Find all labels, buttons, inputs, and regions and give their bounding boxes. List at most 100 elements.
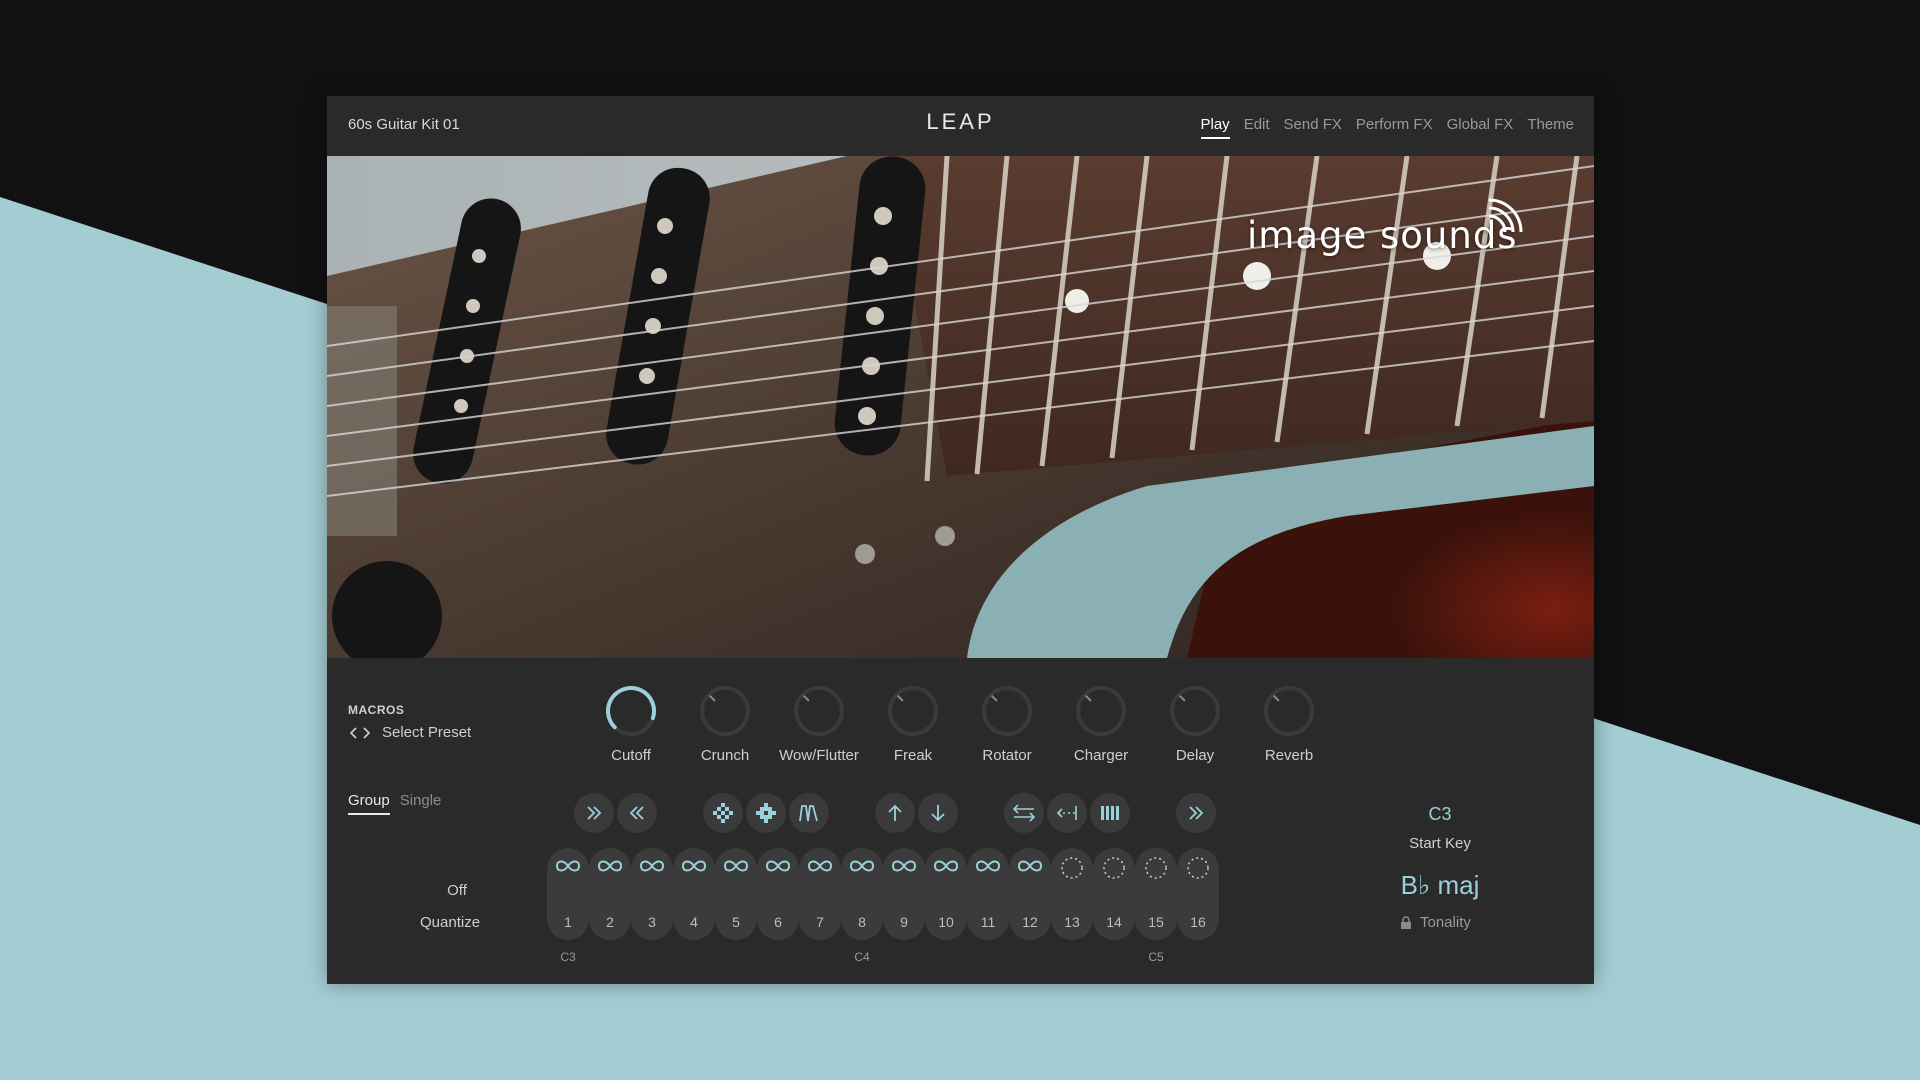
pad-number: 14 (1106, 914, 1122, 930)
pad-number: 7 (816, 914, 824, 930)
pad-number: 12 (1022, 914, 1038, 930)
pad-9[interactable]: 9 (883, 848, 925, 940)
pad-10[interactable]: 10 (925, 848, 967, 940)
pad-number: 9 (900, 914, 908, 930)
knob-charger[interactable]: Charger (1061, 683, 1141, 764)
infinity-loop-icon (597, 860, 623, 872)
arrow-down-icon[interactable] (918, 793, 958, 833)
pad-number: 16 (1190, 914, 1206, 930)
pad-1[interactable]: 1 (547, 848, 589, 940)
pad-number: 11 (980, 914, 996, 930)
sound-waves-icon (1488, 198, 1523, 233)
tab-perform-fx[interactable]: Perform FX (1356, 116, 1433, 139)
knob-label: Rotator (982, 747, 1032, 764)
pad-number: 15 (1148, 914, 1164, 930)
pad-7[interactable]: 7 (799, 848, 841, 940)
start-key-value[interactable]: C3 (1410, 804, 1470, 825)
pad-number: 13 (1064, 914, 1080, 930)
infinity-loop-icon (681, 860, 707, 872)
quantize-label: Quantize (420, 914, 481, 931)
key-mark-c4: C4 (854, 950, 870, 964)
arrow-up-icon[interactable] (875, 793, 915, 833)
empty-slot-icon (1187, 857, 1209, 879)
tonality-row: Tonality (1400, 914, 1471, 931)
tonality-value[interactable]: B♭ maj (1380, 870, 1500, 901)
leap-plugin-window: 60s Guitar Kit 01 LEAP Play Edit Send FX… (327, 96, 1594, 984)
empty-slot-icon (1103, 857, 1125, 879)
select-preset-label[interactable]: Select Preset (382, 724, 471, 741)
pad-2[interactable]: 2 (589, 848, 631, 940)
pad-number: 5 (732, 914, 740, 930)
empty-slot-icon (1061, 857, 1083, 879)
knob-dial[interactable] (979, 683, 1035, 739)
peaks-icon[interactable] (789, 793, 829, 833)
knob-dial[interactable] (1261, 683, 1317, 739)
infinity-loop-icon (765, 860, 791, 872)
tonality-label: Tonality (1420, 914, 1471, 931)
knob-crunch[interactable]: Crunch (685, 683, 765, 764)
spread-arrows-icon[interactable] (1047, 793, 1087, 833)
knob-wow-flutter[interactable]: Wow/Flutter (779, 683, 859, 764)
pad-14[interactable]: 14 (1093, 848, 1135, 940)
tab-theme[interactable]: Theme (1527, 116, 1574, 139)
infinity-loop-icon (555, 860, 581, 872)
double-chevron-right-icon[interactable] (574, 793, 614, 833)
lock-icon[interactable] (1400, 915, 1412, 930)
prev-next-arrows-icon[interactable] (348, 726, 372, 740)
pad-8[interactable]: 8 (841, 848, 883, 940)
tab-global-fx[interactable]: Global FX (1447, 116, 1514, 139)
knob-dial[interactable] (697, 683, 753, 739)
infinity-loop-icon (849, 860, 875, 872)
pad-11[interactable]: 11 (967, 848, 1009, 940)
infinity-loop-icon (975, 860, 1001, 872)
knob-label: Wow/Flutter (779, 747, 859, 764)
key-mark-c3: C3 (560, 950, 576, 964)
knob-label: Freak (893, 747, 933, 764)
header-bar: 60s Guitar Kit 01 LEAP Play Edit Send FX… (327, 96, 1594, 156)
knob-dial[interactable] (885, 683, 941, 739)
tab-edit[interactable]: Edit (1244, 116, 1270, 139)
knob-dial[interactable] (1167, 683, 1223, 739)
macro-preset-selector[interactable]: Select Preset (348, 724, 471, 741)
knob-dial[interactable] (791, 683, 847, 739)
key-mark-c5: C5 (1148, 950, 1164, 964)
double-chevron-left-icon[interactable] (617, 793, 657, 833)
tab-play[interactable]: Play (1200, 116, 1230, 139)
pad-3[interactable]: 3 (631, 848, 673, 940)
tab-group[interactable]: Group (348, 792, 390, 815)
grid-diamond-icon[interactable] (746, 793, 786, 833)
knob-label: Crunch (700, 747, 750, 764)
knob-dial[interactable] (1073, 683, 1129, 739)
pad-13[interactable]: 13 (1051, 848, 1093, 940)
knob-dial[interactable] (603, 683, 659, 739)
pad-5[interactable]: 5 (715, 848, 757, 940)
pad-12[interactable]: 12 (1009, 848, 1051, 940)
empty-slot-icon (1145, 857, 1167, 879)
tab-send-fx[interactable]: Send FX (1284, 116, 1342, 139)
pad-4[interactable]: 4 (673, 848, 715, 940)
knob-rotator[interactable]: Rotator (967, 683, 1047, 764)
double-chevron-right-icon[interactable] (1176, 793, 1216, 833)
shuffle-diamond-icon[interactable] (703, 793, 743, 833)
pad-number: 3 (648, 914, 656, 930)
start-key-label: Start Key (1409, 835, 1471, 852)
mode-tabs: Group Single (348, 792, 441, 815)
infinity-loop-icon (891, 860, 917, 872)
pad-6[interactable]: 6 (757, 848, 799, 940)
pad-15[interactable]: 15 (1135, 848, 1177, 940)
knob-freak[interactable]: Freak (873, 683, 953, 764)
pad-number: 6 (774, 914, 782, 930)
control-panel: MACROS Select Preset Cutoff Crunch Wow/F… (327, 658, 1594, 984)
quantize-value[interactable]: Off (427, 882, 487, 899)
tab-single[interactable]: Single (400, 792, 442, 815)
knob-delay[interactable]: Delay (1155, 683, 1235, 764)
knob-cutoff[interactable]: Cutoff (591, 683, 671, 764)
hero-image: image sounds (327, 156, 1594, 658)
bars-icon[interactable] (1090, 793, 1130, 833)
pad-number: 4 (690, 914, 698, 930)
swap-arrows-icon[interactable] (1004, 793, 1044, 833)
pad-number: 1 (564, 914, 572, 930)
knob-reverb[interactable]: Reverb (1249, 683, 1329, 764)
pad-16[interactable]: 16 (1177, 848, 1219, 940)
infinity-loop-icon (933, 860, 959, 872)
